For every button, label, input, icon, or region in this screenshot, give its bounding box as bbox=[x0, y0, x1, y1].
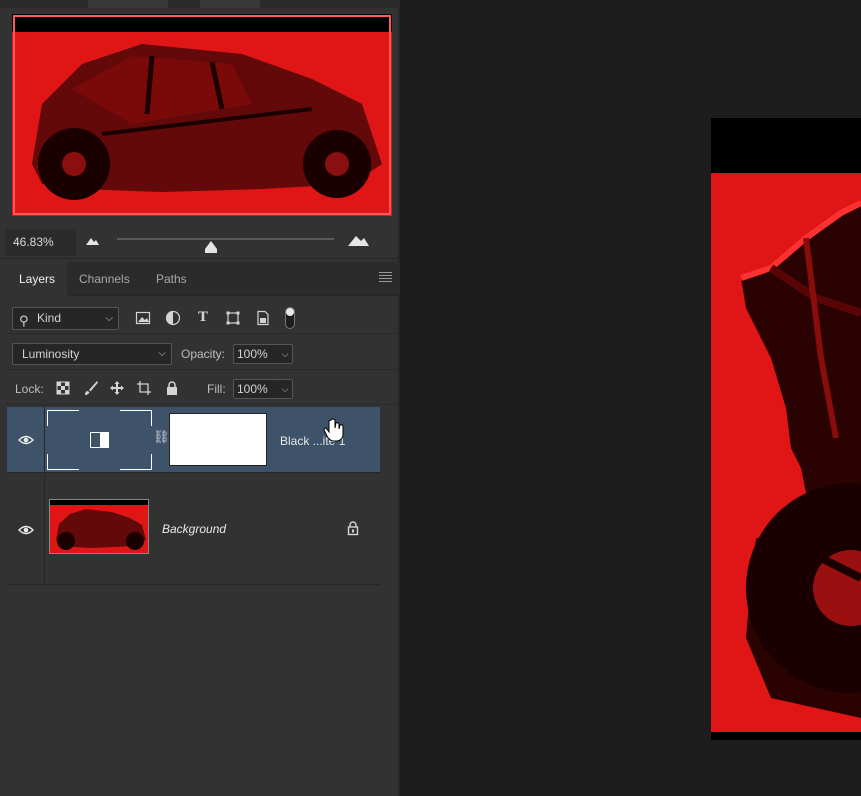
pixel-layer-filter-icon[interactable] bbox=[135, 310, 151, 326]
layer-name[interactable]: Background bbox=[162, 522, 226, 536]
filter-kind-label: Kind bbox=[37, 311, 62, 325]
lock-icon[interactable] bbox=[345, 520, 361, 536]
lock-transparent-pixels-icon[interactable] bbox=[55, 380, 71, 396]
filter-kind-select[interactable]: ⚲ Kind ⌵ bbox=[12, 307, 119, 330]
black-white-adjustment-icon bbox=[90, 432, 109, 448]
panel-tab-bar: Layers Channels Paths bbox=[7, 262, 400, 296]
lock-all-icon[interactable] bbox=[164, 380, 180, 396]
lock-row: Lock: Fill: 100% ⌵ bbox=[7, 371, 400, 405]
small-mountain-icon[interactable] bbox=[86, 237, 99, 245]
hand-cursor-icon bbox=[323, 418, 344, 442]
layer-filter-row: ⚲ Kind ⌵ T bbox=[7, 300, 400, 334]
shape-layer-filter-icon[interactable] bbox=[225, 310, 241, 326]
blend-row: Luminosity ⌵ Opacity: 100% ⌵ bbox=[7, 336, 400, 370]
lock-position-icon[interactable] bbox=[109, 380, 125, 396]
background-thumbnail-image bbox=[50, 500, 148, 553]
background-thumbnail[interactable] bbox=[49, 499, 149, 554]
opacity-input[interactable]: 100% bbox=[233, 344, 279, 364]
chain-link-icon[interactable]: ⛓ bbox=[153, 429, 170, 445]
layers-panel-dock: 46.83% Layers Channels Paths ⚲ Kind ⌵ T … bbox=[0, 0, 400, 796]
navigator-zoom-bar: 46.83% bbox=[0, 229, 400, 259]
chevron-down-icon: ⌵ bbox=[105, 313, 113, 324]
panel-top-strip bbox=[0, 0, 400, 8]
opacity-label: Opacity: bbox=[181, 347, 226, 361]
navigator-view-box[interactable] bbox=[13, 15, 391, 215]
tab-channels[interactable]: Channels bbox=[67, 262, 142, 296]
filter-toggle-switch[interactable] bbox=[285, 307, 295, 329]
zoom-slider-thumb[interactable] bbox=[205, 241, 217, 249]
layer-mask-thumbnail[interactable] bbox=[169, 413, 267, 466]
smart-object-filter-icon[interactable] bbox=[255, 310, 271, 326]
zoom-input[interactable]: 46.83% bbox=[6, 229, 76, 256]
eye-icon[interactable] bbox=[18, 435, 34, 445]
adjustment-thumbnail[interactable] bbox=[47, 410, 152, 470]
fill-input[interactable]: 100% bbox=[233, 379, 279, 399]
lock-label: Lock: bbox=[15, 382, 44, 396]
document-canvas[interactable] bbox=[711, 118, 861, 740]
search-icon: ⚲ bbox=[19, 313, 29, 328]
tab-paths[interactable]: Paths bbox=[144, 262, 199, 296]
opacity-dropdown-button[interactable]: ⌵ bbox=[278, 344, 293, 364]
blend-mode-value: Luminosity bbox=[22, 347, 80, 361]
type-layer-filter-icon[interactable]: T bbox=[195, 310, 211, 326]
layer-row-background[interactable]: Background bbox=[7, 474, 380, 585]
lock-artboard-icon[interactable] bbox=[136, 380, 152, 396]
fill-dropdown-button[interactable]: ⌵ bbox=[278, 379, 293, 399]
tab-layers[interactable]: Layers bbox=[7, 262, 68, 296]
adjustment-layer-filter-icon[interactable] bbox=[165, 310, 181, 326]
zoom-slider-thumb-base bbox=[205, 249, 217, 253]
fill-label: Fill: bbox=[207, 382, 226, 396]
zoom-slider-track[interactable] bbox=[117, 238, 334, 240]
large-mountain-icon[interactable] bbox=[348, 235, 369, 246]
blend-mode-select[interactable]: Luminosity ⌵ bbox=[12, 343, 172, 365]
chevron-down-icon: ⌵ bbox=[158, 348, 166, 359]
lock-image-pixels-icon[interactable] bbox=[83, 380, 99, 396]
panel-menu-icon[interactable] bbox=[379, 272, 392, 284]
eye-icon[interactable] bbox=[18, 525, 34, 535]
navigator-preview[interactable] bbox=[12, 14, 392, 216]
visibility-cell[interactable] bbox=[7, 474, 45, 584]
document-image bbox=[711, 118, 861, 740]
visibility-cell[interactable] bbox=[7, 407, 45, 472]
